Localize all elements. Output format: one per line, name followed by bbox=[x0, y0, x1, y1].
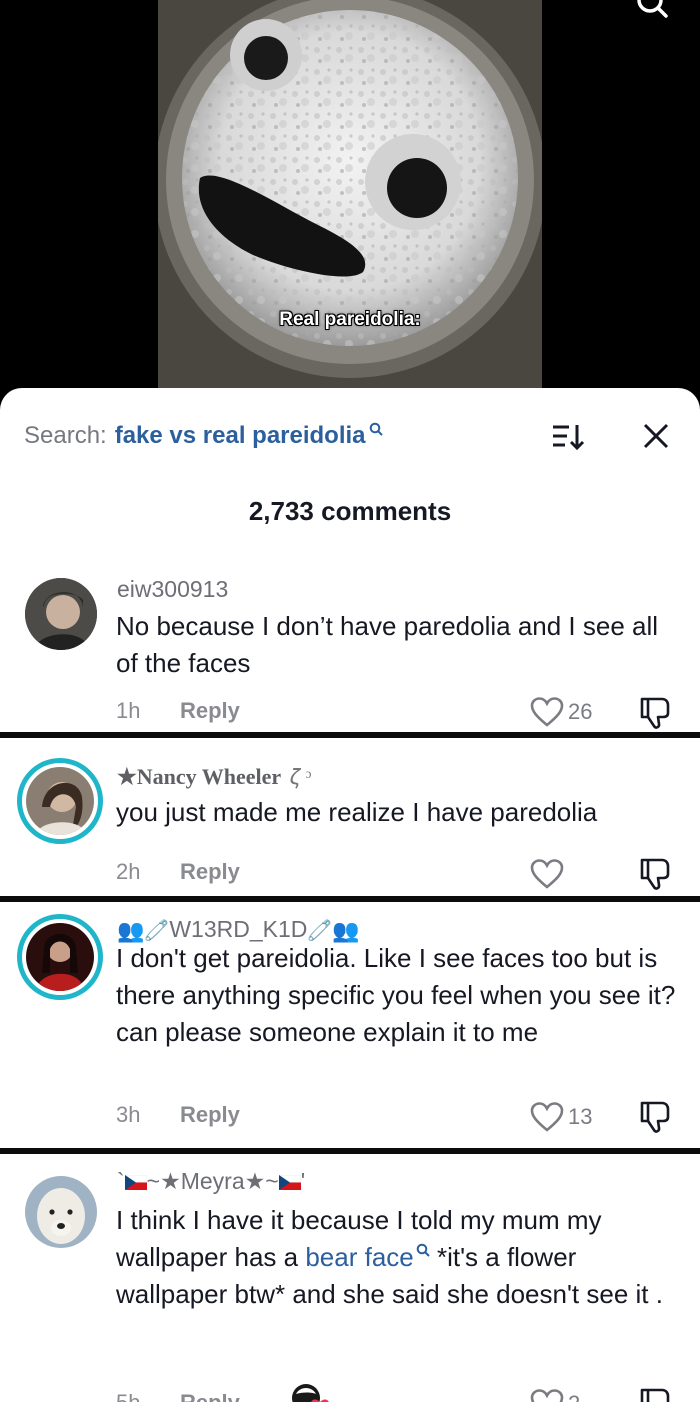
divider bbox=[0, 1148, 700, 1154]
avatar[interactable] bbox=[25, 578, 97, 650]
comment-username[interactable]: eiw300913 bbox=[117, 576, 228, 603]
search-suggestion[interactable]: Search: fake vs real pareidolia bbox=[24, 418, 383, 454]
comment-time: 1h bbox=[116, 698, 141, 723]
decoration-glyph: 𝜁 ᵓ bbox=[290, 764, 312, 789]
heart-icon[interactable] bbox=[530, 1101, 564, 1133]
comment-meta: 2h Reply bbox=[116, 859, 240, 885]
sort-icon[interactable] bbox=[551, 422, 585, 452]
search-label: Search: bbox=[24, 422, 107, 449]
reply-button[interactable]: Reply bbox=[180, 1102, 240, 1128]
comment-meta: 3h Reply bbox=[116, 1102, 240, 1128]
reply-button[interactable]: Reply bbox=[180, 1390, 240, 1402]
video-caption: Real pareidolia: bbox=[279, 309, 421, 330]
comments-sheet: Search: fake vs real pareidolia 2,733 co… bbox=[0, 388, 700, 1402]
bear-face-search-link[interactable]: bear face bbox=[305, 1242, 413, 1272]
comment-username[interactable]: ` ~★Meyra★~ ' bbox=[117, 1168, 305, 1196]
like-count: 26 bbox=[568, 699, 593, 724]
dislike-icon[interactable] bbox=[636, 1386, 674, 1402]
dislike-icon[interactable] bbox=[636, 856, 674, 892]
comment-meta: 1h Reply bbox=[116, 698, 240, 724]
comment-text: I don't get pareidolia. Like I see faces… bbox=[116, 943, 676, 1047]
search-term-link[interactable]: fake vs real pareidolia bbox=[115, 422, 366, 450]
comment-text: you just made me realize I have paredoli… bbox=[116, 797, 598, 827]
creator-avatar-heart-icon bbox=[292, 1384, 329, 1402]
dislike-icon[interactable] bbox=[636, 1099, 674, 1135]
search-icon bbox=[369, 422, 383, 436]
dislike-icon[interactable] bbox=[636, 695, 674, 731]
like-count: 13 bbox=[568, 1104, 593, 1129]
comment-count: 2,733 comments bbox=[248, 496, 452, 526]
comment-time: 5h bbox=[116, 1390, 140, 1402]
avatar-image bbox=[26, 923, 94, 991]
video-frame: Real pareidolia: bbox=[158, 0, 542, 388]
flag-cz-icon bbox=[278, 1169, 301, 1196]
search-icon[interactable] bbox=[634, 0, 670, 22]
heart-icon[interactable] bbox=[530, 696, 564, 728]
divider bbox=[0, 732, 700, 738]
search-icon bbox=[416, 1243, 430, 1257]
avatar-image bbox=[25, 578, 97, 650]
heart-icon[interactable] bbox=[530, 1388, 564, 1402]
avatar bbox=[26, 923, 94, 991]
avatar-image bbox=[26, 767, 94, 835]
avatar-story-ring[interactable] bbox=[17, 758, 103, 844]
comment-text: No because I don’t have paredolia and I … bbox=[116, 611, 659, 678]
avatar-image bbox=[25, 1176, 97, 1248]
close-icon[interactable] bbox=[640, 420, 672, 452]
creator-liked-badge bbox=[290, 1382, 330, 1402]
comment-time: 3h bbox=[116, 1102, 141, 1127]
avatar bbox=[26, 767, 94, 835]
flag-cz-icon bbox=[124, 1169, 147, 1196]
video-player[interactable]: Real pareidolia: bbox=[0, 0, 700, 420]
divider bbox=[0, 896, 700, 902]
heart-icon[interactable] bbox=[530, 858, 564, 890]
comment-time: 2h bbox=[116, 859, 141, 884]
comment-text: I think I have it because I told my mum … bbox=[116, 1205, 663, 1309]
reply-button[interactable]: Reply bbox=[180, 859, 240, 885]
reply-button[interactable]: Reply bbox=[180, 698, 240, 724]
comment-meta: 5h Reply bbox=[116, 1390, 240, 1402]
avatar[interactable] bbox=[25, 1176, 97, 1248]
avatar-story-ring[interactable] bbox=[17, 914, 103, 1000]
like-count: 2 bbox=[568, 1391, 580, 1402]
comment-username[interactable]: ★Nancy Wheeler 𝜁 ᵓ bbox=[117, 764, 311, 790]
